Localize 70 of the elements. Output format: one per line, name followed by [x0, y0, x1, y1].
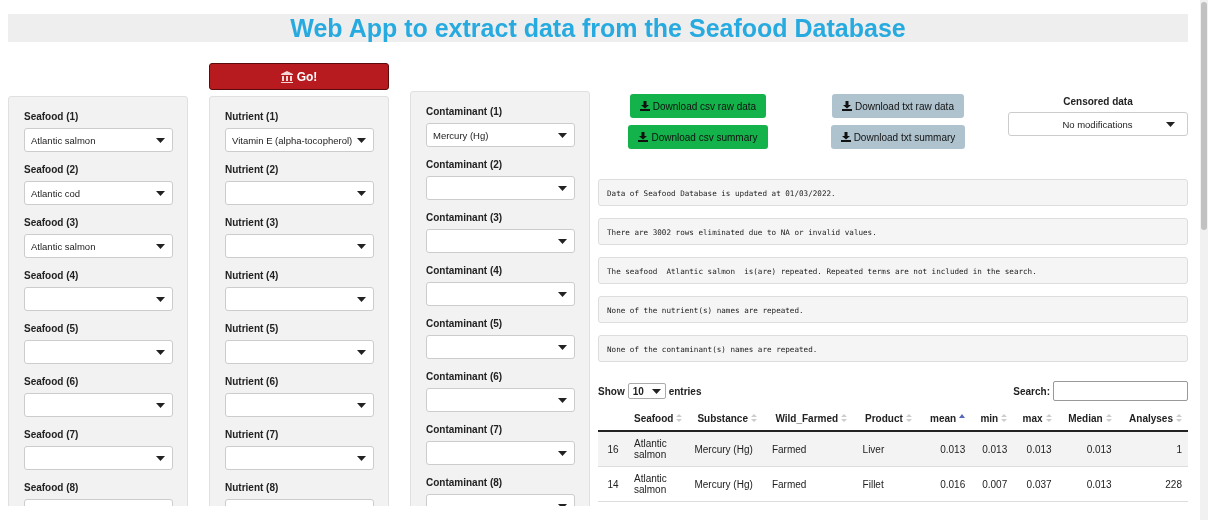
entries-label: entries	[668, 385, 702, 397]
table-cell: 0.013	[920, 431, 972, 467]
field-label: Seafood (8)	[24, 482, 80, 494]
table-cell: Mercury (Hg)	[688, 466, 766, 502]
table-cell: 1	[1117, 431, 1188, 467]
search-label: Search:	[1013, 385, 1050, 397]
field-label: Seafood (4)	[24, 270, 80, 282]
field-label: Contaminant (5)	[426, 318, 504, 330]
field-label: Contaminant (8)	[426, 477, 504, 489]
page-title: Web App to extract data from the Seafood Database	[290, 14, 906, 42]
column-header[interactable]: mean	[930, 412, 966, 424]
field-label: Nutrient (6)	[225, 376, 280, 388]
column-header[interactable]: max	[1022, 412, 1052, 424]
table-cell: Atlantic salmon	[628, 466, 689, 502]
table-cell: Fillet	[856, 466, 921, 502]
field-label: Nutrient (8)	[225, 482, 280, 494]
dropdown[interactable]: Vitamin E (alpha-tocopherol)	[225, 128, 374, 152]
table-cell: Farmed	[765, 466, 857, 502]
column-header[interactable]: Median	[1068, 412, 1112, 424]
field-label: Contaminant (3)	[426, 212, 504, 224]
download-button[interactable]: Download txt raw data	[832, 94, 964, 118]
show-label: Show	[598, 385, 625, 397]
table-cell: Mercury (Hg)	[688, 431, 766, 467]
table-cell: Farmed	[765, 431, 857, 467]
column-header[interactable]: min	[980, 412, 1008, 424]
field-label: Seafood (3)	[24, 217, 80, 229]
field-label: Contaminant (2)	[426, 159, 504, 171]
field-label: Nutrient (4)	[225, 270, 280, 282]
field-label: Nutrient (7)	[225, 429, 280, 441]
field-label: Contaminant (4)	[426, 265, 504, 277]
column-header[interactable]: Analyses	[1129, 412, 1182, 424]
table-cell: 0.013	[971, 431, 1014, 467]
go-button[interactable]: Go!	[209, 63, 389, 90]
table-cell: 0.007	[971, 466, 1014, 502]
column-header[interactable]: Substance	[697, 412, 757, 424]
column-header[interactable]: Wild_Farmed	[775, 412, 848, 424]
dropdown[interactable]: Atlantic salmon	[24, 234, 173, 258]
dropdown[interactable]: Atlantic salmon	[24, 128, 173, 152]
table-cell: 228	[1117, 466, 1188, 502]
table-cell: Liver	[856, 431, 921, 467]
field-label: Censored data	[1062, 96, 1134, 107]
field-label: Seafood (1)	[24, 111, 80, 123]
download-button[interactable]: Download csv raw data	[629, 94, 767, 118]
download-button[interactable]: Download txt summary	[830, 125, 966, 149]
dropdown[interactable]: No modifications	[1008, 112, 1188, 136]
field-label: Seafood (2)	[24, 164, 80, 176]
field-label: Nutrient (5)	[225, 323, 280, 335]
table-cell: 0.013	[1013, 431, 1058, 467]
entries-dropdown[interactable]: 10	[627, 383, 666, 399]
table-cell: 0.037	[1013, 466, 1058, 502]
dropdown[interactable]: Atlantic cod	[24, 181, 173, 205]
table-cell: 0.013	[1057, 431, 1118, 467]
row-number: 14	[598, 466, 628, 502]
field-label: Nutrient (3)	[225, 217, 280, 229]
row-number: 16	[598, 431, 628, 467]
field-label: Seafood (5)	[24, 323, 80, 335]
column-header[interactable]: Seafood	[634, 412, 683, 424]
field-label: Seafood (7)	[24, 429, 80, 441]
field-label: Nutrient (2)	[225, 164, 280, 176]
table-cell: 0.016	[920, 466, 972, 502]
column-header[interactable]: Product	[865, 412, 912, 424]
field-label: Seafood (6)	[24, 376, 80, 388]
field-label: Contaminant (1)	[426, 106, 504, 118]
table-cell: 0.013	[1057, 466, 1118, 502]
table-cell: Atlantic salmon	[628, 431, 689, 467]
field-label: Nutrient (1)	[225, 111, 280, 123]
field-label: Contaminant (6)	[426, 371, 504, 383]
dropdown[interactable]: Mercury (Hg)	[426, 123, 575, 147]
field-label: Contaminant (7)	[426, 424, 504, 436]
download-button[interactable]: Download csv summary	[628, 125, 768, 149]
